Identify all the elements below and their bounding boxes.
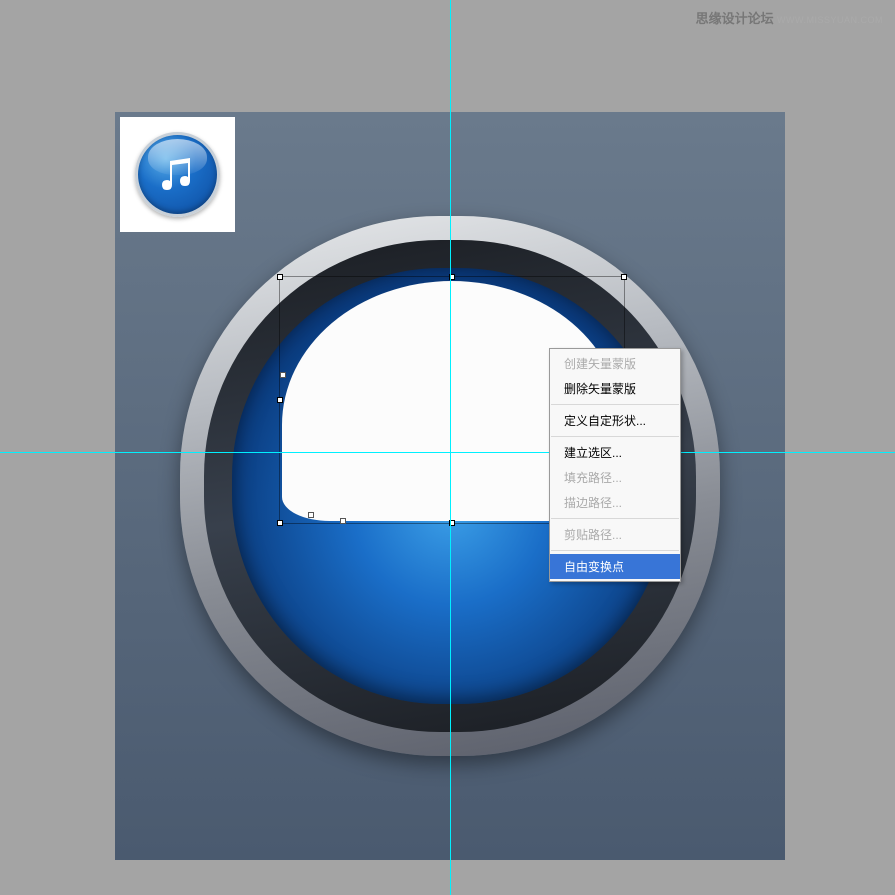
- transform-handle-top-left[interactable]: [277, 274, 283, 280]
- path-anchor-point[interactable]: [280, 372, 286, 378]
- menu-separator: [551, 550, 679, 551]
- menu-separator: [551, 436, 679, 437]
- transform-handle-bottom-left[interactable]: [277, 520, 283, 526]
- menu-item-fill-path: 填充路径...: [550, 465, 680, 490]
- menu-separator: [551, 518, 679, 519]
- itunes-icon: [135, 132, 220, 217]
- menu-item-define-custom-shape[interactable]: 定义自定形状...: [550, 408, 680, 433]
- vertical-guide[interactable]: [450, 0, 451, 895]
- path-anchor-point[interactable]: [340, 518, 346, 524]
- reference-thumbnail: [120, 117, 235, 232]
- path-anchor-point[interactable]: [308, 512, 314, 518]
- transform-handle-top-right[interactable]: [621, 274, 627, 280]
- transform-handle-middle-left[interactable]: [277, 397, 283, 403]
- menu-item-create-vector-mask: 创建矢量蒙版: [550, 351, 680, 376]
- menu-item-stroke-path: 描边路径...: [550, 490, 680, 515]
- menu-item-make-selection[interactable]: 建立选区...: [550, 440, 680, 465]
- menu-separator: [551, 404, 679, 405]
- menu-item-delete-vector-mask[interactable]: 删除矢量蒙版: [550, 376, 680, 401]
- watermark: 思缘设计论坛 WWW.MISSYUAN.COM: [696, 8, 883, 27]
- watermark-main-text: 思缘设计论坛: [696, 11, 774, 26]
- music-note-icon: [156, 153, 200, 197]
- horizontal-guide[interactable]: [0, 452, 895, 453]
- path-context-menu: 创建矢量蒙版 删除矢量蒙版 定义自定形状... 建立选区... 填充路径... …: [549, 348, 681, 582]
- watermark-sub-text: WWW.MISSYUAN.COM: [777, 15, 883, 25]
- menu-item-free-transform-points[interactable]: 自由变换点: [550, 554, 680, 579]
- menu-item-clipping-path: 剪贴路径...: [550, 522, 680, 547]
